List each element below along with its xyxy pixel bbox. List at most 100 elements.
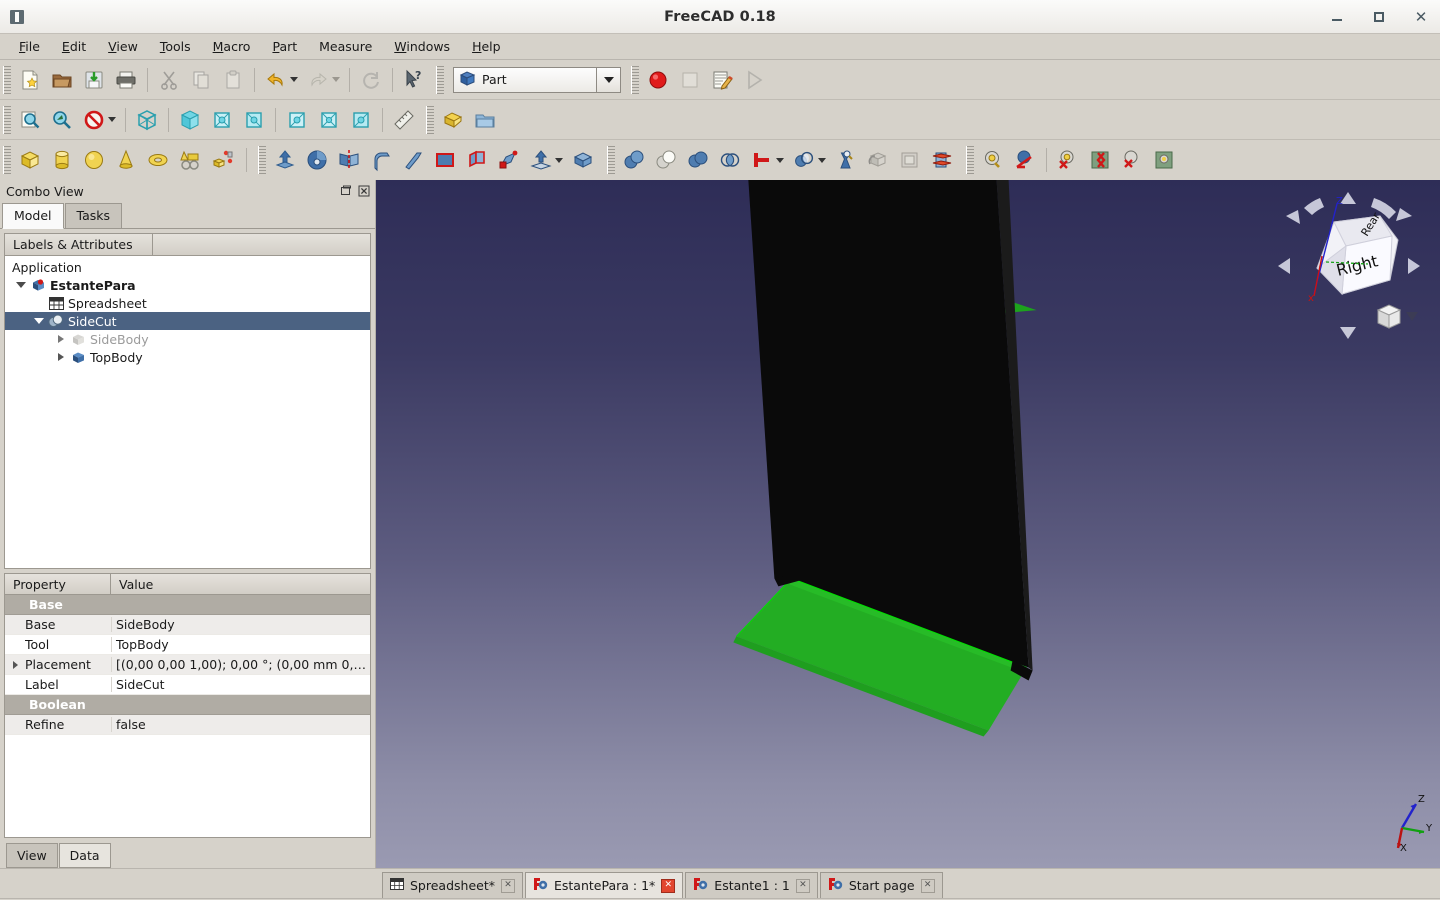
create-primitives-button[interactable] [175,145,205,175]
undo-dropdown-arrow[interactable] [290,77,298,82]
box-primitive-button[interactable] [15,145,45,175]
boolean-cut-button[interactable] [651,145,681,175]
extrude-button[interactable] [270,145,300,175]
doc-tab-close-icon[interactable]: ✕ [661,878,676,893]
right-view-button[interactable] [239,105,269,135]
ruler-measure-button[interactable] [389,105,419,135]
join-connect-button[interactable] [747,145,777,175]
rear-view-button[interactable] [282,105,312,135]
toolbar-grip[interactable] [258,146,266,174]
doc-tab-close-icon[interactable]: ✕ [920,878,935,893]
value-column-header[interactable]: Value [111,574,370,594]
undo-button[interactable] [261,65,291,95]
property-value[interactable]: [(0,00 0,00 1,00); 0,00 °; (0,00 mm 0,0… [111,657,370,672]
macros-dialog-button[interactable] [707,65,737,95]
minimize-button[interactable] [1326,6,1348,28]
property-group-base[interactable]: Base [5,595,370,615]
menu-view[interactable]: View [97,36,149,57]
workbench-dropdown-arrow[interactable] [596,67,620,92]
measure-clear-all-button[interactable] [1053,145,1083,175]
boolean-union-button[interactable] [683,145,713,175]
measure-toggle-3d-button[interactable] [1117,145,1147,175]
close-button[interactable]: ✕ [1410,6,1432,28]
tab-data[interactable]: Data [58,843,111,868]
offset-dropdown-arrow[interactable] [555,157,563,163]
tree-item-topbody[interactable]: TopBody [5,348,370,366]
menu-tools[interactable]: Tools [149,36,202,57]
split-dropdown-arrow[interactable] [818,157,826,163]
top-view-button[interactable] [207,105,237,135]
chamfer-button[interactable] [398,145,428,175]
property-row-tool[interactable]: Tool TopBody [5,635,370,655]
workbench-selector[interactable]: Part [453,66,621,93]
toolbar-grip[interactable] [966,146,974,174]
measure-linear-button[interactable] [978,145,1008,175]
toolbar-grip[interactable] [631,65,639,94]
close-icon[interactable] [357,184,371,198]
front-view-button[interactable] [175,105,205,135]
left-view-button[interactable] [346,105,376,135]
join-dropdown-arrow[interactable] [776,157,784,163]
new-file-button[interactable] [15,65,45,95]
toolbar-grip[interactable] [426,105,434,134]
toolbar-grip[interactable] [607,146,615,174]
draw-style-dropdown-arrow[interactable] [108,117,116,122]
boolean-button[interactable] [619,145,649,175]
split-button[interactable] [789,145,819,175]
face-from-wires-button[interactable] [430,145,460,175]
maximize-button[interactable] [1368,6,1390,28]
print-button[interactable] [111,65,141,95]
fillet-button[interactable] [366,145,396,175]
boolean-common-button[interactable] [715,145,745,175]
menu-file[interactable]: File [8,36,51,57]
tree-item-spreadsheet[interactable]: Spreadsheet [5,294,370,312]
torus-primitive-button[interactable] [143,145,173,175]
doc-tab-estante1[interactable]: Estante1 : 1 ✕ [685,872,818,898]
tree-item-estantepara[interactable]: EstantePara [5,276,370,294]
twisty-closed-icon[interactable] [53,353,69,361]
property-value[interactable]: false [111,717,370,732]
cone-primitive-button[interactable] [111,145,141,175]
cross-sections-button[interactable] [927,145,957,175]
cylinder-primitive-button[interactable] [47,145,77,175]
create-group-button[interactable] [470,105,500,135]
menu-help[interactable]: Help [461,36,512,57]
tree-item-sidecut[interactable]: SideCut [5,312,370,330]
mirror-button[interactable] [334,145,364,175]
paste-button[interactable] [218,65,248,95]
menu-part[interactable]: Part [261,36,308,57]
property-row-refine[interactable]: Refine false [5,715,370,735]
property-value[interactable]: TopBody [111,637,370,652]
tab-view[interactable]: View [6,843,58,868]
measure-angular-button[interactable] [1010,145,1040,175]
refresh-button[interactable] [356,65,386,95]
save-button[interactable] [79,65,109,95]
defeaturing-button[interactable] [895,145,925,175]
property-value[interactable]: SideCut [111,677,370,692]
tree-item-application[interactable]: Application [5,258,370,276]
tab-tasks[interactable]: Tasks [64,203,123,228]
tree-header-labels[interactable]: Labels & Attributes [5,234,153,255]
axonometric-view-button[interactable] [132,105,162,135]
tree-item-sidebody[interactable]: SideBody [5,330,370,348]
redo-button[interactable] [303,65,333,95]
doc-tab-close-icon[interactable]: ✕ [795,878,810,893]
menu-edit[interactable]: Edit [51,36,97,57]
model-tree[interactable]: Application EstantePara Spreadsheet Side… [5,256,370,568]
menu-windows[interactable]: Windows [383,36,461,57]
tab-model[interactable]: Model [2,203,64,229]
sphere-primitive-button[interactable] [79,145,109,175]
shape-builder-button[interactable] [207,145,237,175]
twisty-closed-icon[interactable] [53,335,69,343]
doc-tab-spreadsheet[interactable]: Spreadsheet* ✕ [382,872,523,898]
twisty-open-icon[interactable] [31,318,47,324]
doc-tab-estantepara[interactable]: EstantePara : 1* ✕ [525,872,684,898]
property-row-base[interactable]: Base SideBody [5,615,370,635]
ruled-surface-button[interactable] [462,145,492,175]
3d-viewport[interactable]: Rear Right Z x Z Y X [376,180,1440,868]
draw-style-button[interactable] [79,105,109,135]
float-icon[interactable] [339,184,353,198]
redo-dropdown-arrow[interactable] [332,77,340,82]
open-folder-button[interactable] [47,65,77,95]
offset-button[interactable] [526,145,556,175]
